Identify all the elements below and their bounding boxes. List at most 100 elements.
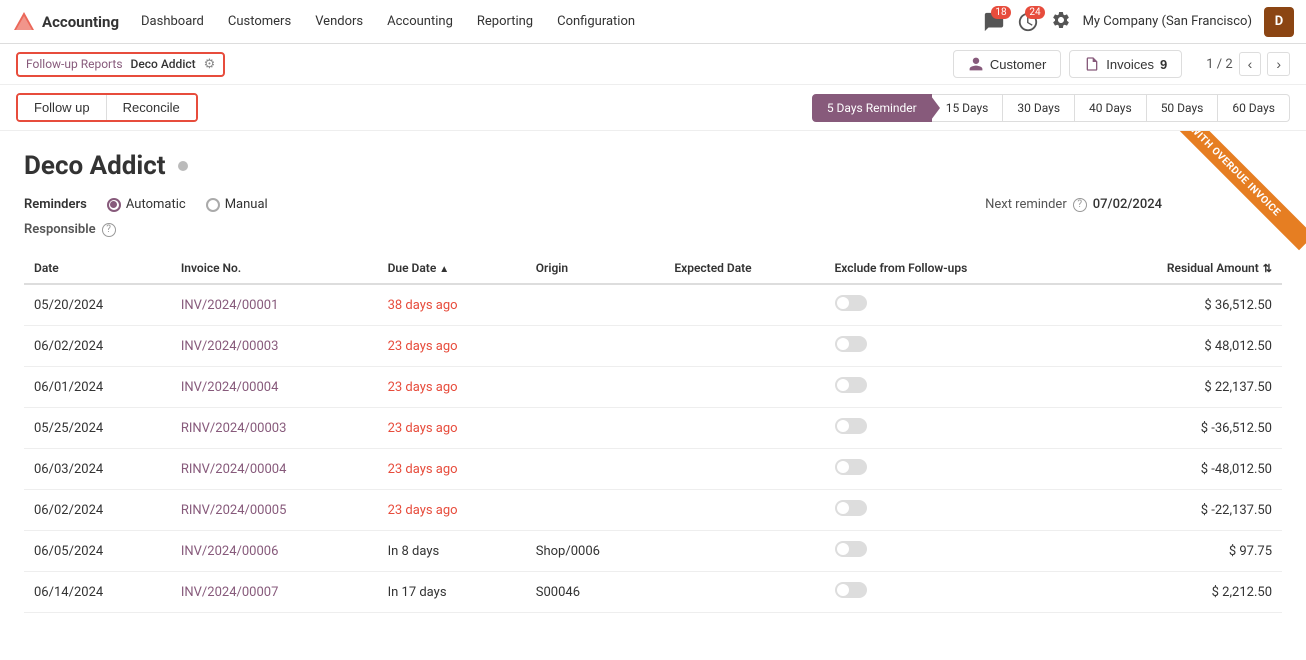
customer-button[interactable]: Customer — [953, 50, 1061, 78]
next-reminder-label: Next reminder — [985, 197, 1067, 212]
breadcrumb-parent-link[interactable]: Follow-up Reports — [26, 57, 123, 71]
gear-settings-icon[interactable]: ⚙ — [204, 57, 216, 72]
cell-residual: $ 22,137.50 — [1076, 367, 1282, 408]
nav-reporting[interactable]: Reporting — [467, 10, 543, 33]
logo-icon — [12, 10, 36, 34]
cell-exclude[interactable] — [825, 367, 1077, 408]
cell-exclude[interactable] — [825, 531, 1077, 572]
cell-expected-date — [664, 531, 824, 572]
nav-dashboard[interactable]: Dashboard — [131, 10, 214, 33]
exclude-toggle[interactable] — [835, 541, 867, 557]
help-icon[interactable]: ? — [1073, 198, 1087, 212]
company-name: My Company (San Francisco) — [1083, 14, 1252, 29]
tab-40-days[interactable]: 40 Days — [1075, 94, 1147, 122]
follow-up-button[interactable]: Follow up — [18, 95, 107, 120]
invoice-link[interactable]: INV/2024/00007 — [181, 585, 279, 600]
invoice-link[interactable]: RINV/2024/00005 — [181, 503, 287, 518]
next-page-button[interactable]: › — [1267, 52, 1290, 76]
cell-residual: $ 2,212.50 — [1076, 572, 1282, 613]
tab-30-days[interactable]: 30 Days — [1003, 94, 1075, 122]
cell-exclude[interactable] — [825, 449, 1077, 490]
cell-date: 05/25/2024 — [24, 408, 171, 449]
cell-exclude[interactable] — [825, 572, 1077, 613]
invoices-button[interactable]: Invoices 9 — [1069, 50, 1182, 78]
reminders-row: Reminders Automatic Manual Next reminder… — [24, 197, 1282, 212]
customer-button-label: Customer — [990, 57, 1046, 72]
invoices-count: 9 — [1160, 57, 1167, 72]
reminders-label: Reminders — [24, 197, 87, 212]
avatar[interactable]: D — [1264, 7, 1294, 37]
col-due-date[interactable]: Due Date ▲ — [378, 253, 526, 284]
cell-origin — [526, 367, 665, 408]
col-expected-date: Expected Date — [664, 253, 824, 284]
cell-expected-date — [664, 284, 824, 326]
invoice-link[interactable]: RINV/2024/00003 — [181, 421, 287, 436]
tab-60-days[interactable]: 60 Days — [1218, 94, 1290, 122]
invoice-link[interactable]: INV/2024/00004 — [181, 380, 279, 395]
table-row: 06/14/2024 INV/2024/00007 In 17 days S00… — [24, 572, 1282, 613]
radio-automatic[interactable]: Automatic — [107, 197, 186, 212]
col-residual: Residual Amount ⇅ — [1076, 253, 1282, 284]
nav-customers[interactable]: Customers — [218, 10, 301, 33]
cell-expected-date — [664, 408, 824, 449]
table-row: 06/03/2024 RINV/2024/00004 23 days ago $… — [24, 449, 1282, 490]
invoice-link[interactable]: RINV/2024/00004 — [181, 462, 287, 477]
help-icon-responsible[interactable]: ? — [102, 223, 116, 237]
invoice-link[interactable]: INV/2024/00001 — [181, 298, 279, 313]
activities-badge: 24 — [1025, 6, 1044, 19]
cell-invoice-no[interactable]: INV/2024/00003 — [171, 326, 378, 367]
col-invoice-no: Invoice No. — [171, 253, 378, 284]
cell-date: 06/14/2024 — [24, 572, 171, 613]
cell-date: 05/20/2024 — [24, 284, 171, 326]
exclude-toggle[interactable] — [835, 377, 867, 393]
cell-due-date: 23 days ago — [378, 326, 526, 367]
exclude-toggle[interactable] — [835, 459, 867, 475]
prev-page-button[interactable]: ‹ — [1239, 52, 1262, 76]
tab-50-days[interactable]: 50 Days — [1147, 94, 1219, 122]
cell-origin: S00046 — [526, 572, 665, 613]
breadcrumb-current: Deco Addict — [131, 57, 196, 71]
app-logo[interactable]: Accounting — [12, 10, 119, 34]
cell-expected-date — [664, 326, 824, 367]
exclude-toggle[interactable] — [835, 336, 867, 352]
invoice-link[interactable]: INV/2024/00003 — [181, 339, 279, 354]
nav-accounting[interactable]: Accounting — [377, 10, 463, 33]
exclude-toggle[interactable] — [835, 500, 867, 516]
nav-vendors[interactable]: Vendors — [305, 10, 373, 33]
cell-expected-date — [664, 449, 824, 490]
cell-invoice-no[interactable]: INV/2024/00006 — [171, 531, 378, 572]
cell-invoice-no[interactable]: RINV/2024/00004 — [171, 449, 378, 490]
customer-name: Deco Addict — [24, 151, 166, 181]
residual-sort-icon[interactable]: ⇅ — [1263, 262, 1272, 275]
responsible-label: Responsible — [24, 222, 96, 237]
cell-exclude[interactable] — [825, 326, 1077, 367]
tab-5-days[interactable]: 5 Days Reminder — [812, 94, 932, 122]
exclude-toggle[interactable] — [835, 295, 867, 311]
messages-button[interactable]: 18 — [983, 11, 1005, 33]
activities-button[interactable]: 24 — [1017, 11, 1039, 33]
tab-15-days[interactable]: 15 Days — [932, 94, 1004, 122]
cell-invoice-no[interactable]: INV/2024/00001 — [171, 284, 378, 326]
cell-residual: $ 48,012.50 — [1076, 326, 1282, 367]
radio-manual[interactable]: Manual — [206, 197, 268, 212]
cell-due-date: 23 days ago — [378, 408, 526, 449]
reminder-tabs: 5 Days Reminder 15 Days 30 Days 40 Days … — [812, 94, 1290, 122]
cell-origin — [526, 490, 665, 531]
reconcile-button[interactable]: Reconcile — [107, 95, 196, 120]
nav-configuration[interactable]: Configuration — [547, 10, 645, 33]
cell-origin — [526, 326, 665, 367]
breadcrumb: Follow-up Reports Deco Addict ⚙ — [16, 52, 225, 77]
exclude-toggle[interactable] — [835, 582, 867, 598]
cell-invoice-no[interactable]: INV/2024/00004 — [171, 367, 378, 408]
cell-invoice-no[interactable]: RINV/2024/00005 — [171, 490, 378, 531]
cell-exclude[interactable] — [825, 490, 1077, 531]
invoice-link[interactable]: INV/2024/00006 — [181, 544, 279, 559]
cell-invoice-no[interactable]: INV/2024/00007 — [171, 572, 378, 613]
exclude-toggle[interactable] — [835, 418, 867, 434]
cell-invoice-no[interactable]: RINV/2024/00003 — [171, 408, 378, 449]
action-buttons-group: Follow up Reconcile — [16, 93, 198, 122]
cell-exclude[interactable] — [825, 284, 1077, 326]
settings-icon[interactable] — [1051, 10, 1071, 34]
responsible-row: Responsible ? — [24, 222, 1282, 237]
cell-exclude[interactable] — [825, 408, 1077, 449]
